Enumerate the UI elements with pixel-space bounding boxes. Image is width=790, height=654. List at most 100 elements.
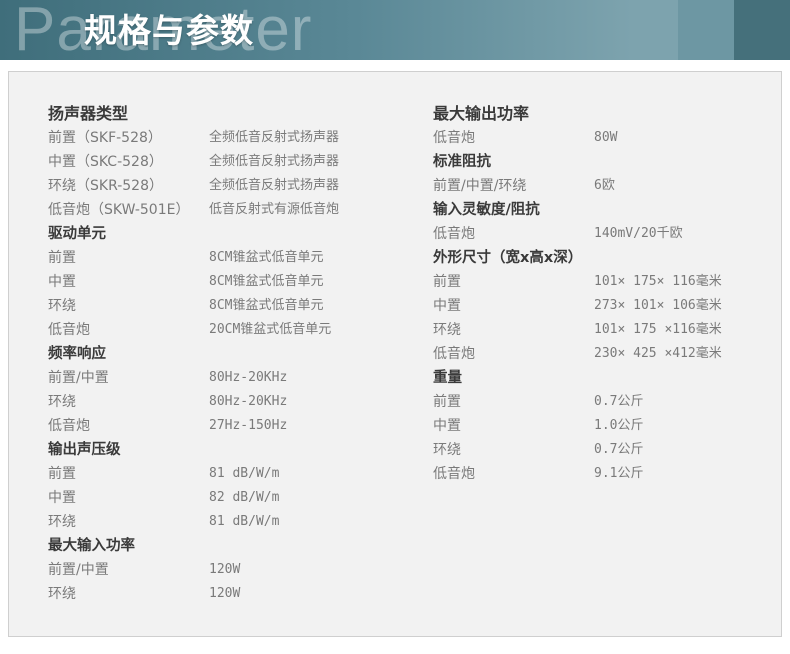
- spec-value: 81 dB/W/m: [209, 514, 280, 529]
- spec-row: 低音炮 27Hz-150Hz: [48, 414, 287, 438]
- section-title: 标准阻抗: [433, 154, 491, 170]
- spec-row: 中置（SKC-528） 全频低音反射式扬声器: [48, 150, 339, 174]
- spec-label: 低音炮: [433, 466, 475, 482]
- spec-column-right: 最大输出功率 低音炮 80W 标准阻抗前置/中置/环绕 6欧输入灵敏度/阻抗 低音炮 140…: [433, 102, 722, 486]
- spec-label: 前置: [48, 250, 76, 266]
- spec-row: 环绕 81 dB/W/m: [48, 510, 279, 534]
- spec-value: 8CM锥盆式低音单元: [209, 250, 324, 265]
- page-title: 规格与参数: [84, 11, 254, 50]
- spec-row: 环绕 80Hz-20KHz: [48, 390, 287, 414]
- spec-column-left: 扬声器类型 前置（SKF-528） 全频低音反射式扬声器 中置（SKC-528） 全频低…: [48, 102, 339, 606]
- spec-value: 6欧: [594, 178, 615, 193]
- section-title: 最大输入功率: [48, 538, 135, 554]
- spec-row: 中置 8CM锥盆式低音单元: [48, 270, 323, 294]
- spec-section-heading: 扬声器类型: [48, 102, 189, 126]
- section-title: 输出声压级: [48, 442, 121, 458]
- spec-section-heading: 输入灵敏度/阻抗: [433, 198, 582, 222]
- spec-value: 81 dB/W/m: [209, 466, 280, 481]
- section-title: 扬声器类型: [48, 104, 129, 123]
- spec-value: 全频低音反射式扬声器: [209, 178, 340, 193]
- spec-label: 前置: [433, 274, 461, 290]
- spec-row: 前置/中置 80Hz-20KHz: [48, 366, 287, 390]
- spec-section-heading: 标准阻抗: [433, 150, 582, 174]
- spec-value: 低音反射式有源低音炮: [209, 202, 340, 217]
- spec-row: 前置 101× 175× 116毫米: [433, 270, 722, 294]
- spec-value: 230× 425 ×412毫米: [594, 346, 722, 361]
- spec-value: 273× 101× 106毫米: [594, 298, 722, 313]
- spec-value: 1.0公斤: [594, 418, 644, 433]
- spec-section-heading: 频率响应: [48, 342, 189, 366]
- spec-label: 前置（SKF-528）: [48, 130, 162, 146]
- section-title: 最大输出功率: [433, 104, 530, 123]
- spec-row: 前置 81 dB/W/m: [48, 462, 279, 486]
- spec-value: 全频低音反射式扬声器: [209, 154, 340, 169]
- section-title: 重量: [433, 370, 462, 386]
- spec-row: 中置 82 dB/W/m: [48, 486, 279, 510]
- spec-value: 0.7公斤: [594, 394, 644, 409]
- spec-value: 0.7公斤: [594, 442, 644, 457]
- spec-section-heading: 输出声压级: [48, 438, 189, 462]
- spec-label: 环绕: [48, 514, 76, 530]
- spec-value: 27Hz-150Hz: [209, 418, 288, 433]
- spec-section-heading: 重量: [433, 366, 582, 390]
- spec-label: 低音炮: [48, 418, 90, 434]
- spec-label: 前置: [433, 394, 461, 410]
- spec-label: 前置/中置: [48, 562, 109, 578]
- spec-row: 中置 273× 101× 106毫米: [433, 294, 722, 318]
- spec-value: 80W: [594, 130, 618, 145]
- spec-row: 前置 0.7公斤: [433, 390, 643, 414]
- section-title: 频率响应: [48, 346, 106, 362]
- spec-section-heading: 外形尺寸（宽x高x深）: [433, 246, 582, 270]
- spec-row: 前置（SKF-528） 全频低音反射式扬声器: [48, 126, 339, 150]
- spec-row: 环绕 8CM锥盆式低音单元: [48, 294, 323, 318]
- spec-label: 环绕: [48, 394, 76, 410]
- spec-label: 中置（SKC-528）: [48, 154, 163, 170]
- spec-label: 中置: [48, 274, 76, 290]
- section-title: 驱动单元: [48, 226, 106, 242]
- spec-label: 环绕: [433, 322, 461, 338]
- spec-value: 80Hz-20KHz: [209, 394, 288, 409]
- spec-row: 环绕 101× 175 ×116毫米: [433, 318, 722, 342]
- spec-label: 前置: [48, 466, 76, 482]
- spec-row: 环绕 120W: [48, 582, 240, 606]
- spec-row: 前置/中置/环绕 6欧: [433, 174, 615, 198]
- spec-section-heading: 最大输入功率: [48, 534, 189, 558]
- spec-value: 20CM锥盆式低音单元: [209, 322, 332, 337]
- spec-row: 低音炮 140mV/20千欧: [433, 222, 683, 246]
- banner-stripe: [678, 0, 734, 60]
- section-title: 输入灵敏度/阻抗: [433, 202, 540, 218]
- spec-section-heading: 驱动单元: [48, 222, 189, 246]
- spec-section-heading: 最大输出功率: [433, 102, 582, 126]
- spec-row: 低音炮 80W: [433, 126, 617, 150]
- spec-row: 环绕（SKR-528） 全频低音反射式扬声器: [48, 174, 339, 198]
- spec-label: 环绕: [48, 586, 76, 602]
- spec-row: 前置/中置 120W: [48, 558, 240, 582]
- spec-value: 120W: [209, 562, 241, 577]
- spec-label: 低音炮: [433, 346, 475, 362]
- spec-label: 低音炮: [433, 130, 475, 146]
- spec-label: 中置: [433, 298, 461, 314]
- spec-value: 9.1公斤: [594, 466, 644, 481]
- spec-label: 低音炮: [48, 322, 90, 338]
- spec-value: 80Hz-20KHz: [209, 370, 288, 385]
- banner-stripe-dark: [734, 0, 790, 60]
- spec-row: 环绕 0.7公斤: [433, 438, 643, 462]
- spec-row: 低音炮 20CM锥盆式低音单元: [48, 318, 331, 342]
- spec-label: 中置: [433, 418, 461, 434]
- spec-row: 低音炮 9.1公斤: [433, 462, 643, 486]
- spec-value: 8CM锥盆式低音单元: [209, 274, 324, 289]
- spec-value: 82 dB/W/m: [209, 490, 280, 505]
- spec-row: 低音炮 230× 425 ×412毫米: [433, 342, 722, 366]
- spec-value: 101× 175× 116毫米: [594, 274, 722, 289]
- spec-panel: 扬声器类型 前置（SKF-528） 全频低音反射式扬声器 中置（SKC-528） 全频低…: [8, 71, 782, 637]
- spec-value: 120W: [209, 586, 241, 601]
- spec-value: 140mV/20千欧: [594, 226, 683, 241]
- spec-value: 全频低音反射式扬声器: [209, 130, 340, 145]
- spec-row: 前置 8CM锥盆式低音单元: [48, 246, 323, 270]
- section-title: 外形尺寸（宽x高x深）: [433, 250, 583, 266]
- spec-row: 低音炮（SKW-501E） 低音反射式有源低音炮: [48, 198, 339, 222]
- spec-label: 低音炮: [433, 226, 475, 242]
- spec-row: 中置 1.0公斤: [433, 414, 643, 438]
- spec-label: 中置: [48, 490, 76, 506]
- spec-label: 前置/中置/环绕: [433, 178, 527, 194]
